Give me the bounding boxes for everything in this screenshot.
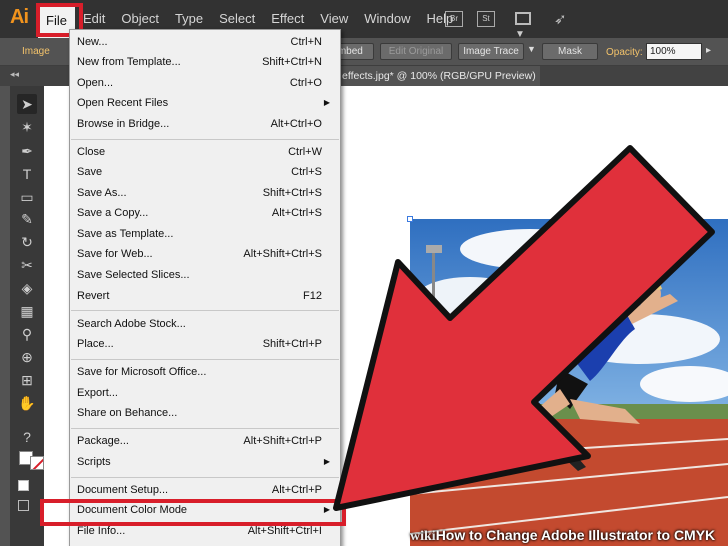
shape-builder-tool-icon[interactable]: ◈ — [17, 278, 37, 298]
menu-item-save-for-web[interactable]: Save for Web... Alt+Shift+Ctrl+S — [70, 245, 340, 265]
artboard-tool-icon[interactable]: ⊞ — [17, 370, 37, 390]
menu-item-scripts[interactable]: Scripts ▶ — [70, 453, 340, 473]
symbol-sprayer-tool-icon[interactable]: ⊕ — [17, 347, 37, 367]
arrange-documents-button[interactable]: ▼ — [515, 11, 543, 40]
color-mode-button[interactable] — [18, 480, 29, 491]
menu-item-open-recent[interactable]: Open Recent Files ▶ — [70, 94, 340, 114]
menu-item-package[interactable]: Package... Alt+Shift+Ctrl+P — [70, 432, 340, 452]
mask-button[interactable]: Mask — [542, 43, 598, 60]
stroke-swatch[interactable] — [30, 456, 44, 470]
rectangle-tool-icon[interactable]: ▭ — [17, 187, 37, 207]
tools-panel: ➤ ✶ ✒ T ▭ ✎ ↻ ✂ ◈ ▦ ⚲ ⊕ ⊞ ✋ ? — [10, 86, 44, 546]
menu-item-save[interactable]: Save Ctrl+S — [70, 163, 340, 183]
type-tool-icon[interactable]: T — [17, 164, 37, 184]
collapse-panel-icon[interactable]: ◂◂ — [10, 69, 19, 80]
opacity-dropdown-icon[interactable]: ▸ — [706, 45, 711, 56]
bounding-box-anchor[interactable] — [407, 216, 413, 222]
hand-tool-icon[interactable]: ✋ — [17, 393, 37, 413]
edit-original-button[interactable]: Edit Original — [380, 43, 452, 60]
menu-separator — [71, 428, 339, 429]
menu-item-open[interactable]: Open... Ctrl+O — [70, 74, 340, 94]
wikihow-watermark: wikiHow to Change Adobe Illustrator to C… — [410, 527, 715, 546]
eyedropper-tool-icon[interactable]: ⚲ — [17, 324, 37, 344]
menu-item-save-as[interactable]: Save As... Shift+Ctrl+S — [70, 184, 340, 204]
menu-item-share-on-behance[interactable]: Share on Behance... — [70, 404, 340, 424]
watermark-title: How to Change Adobe Illustrator to CMYK — [435, 527, 716, 543]
menu-item-new-from-template[interactable]: New from Template... Shift+Ctrl+N — [70, 53, 340, 73]
submenu-arrow-icon: ▶ — [323, 98, 330, 107]
help-icon[interactable]: ? — [17, 427, 37, 447]
menu-separator — [71, 359, 339, 360]
placed-image-sprinter[interactable] — [410, 219, 728, 546]
bridge-button[interactable]: Br — [445, 11, 463, 27]
opacity-label: Opacity: — [606, 47, 643, 58]
menu-item-close[interactable]: Close Ctrl+W — [70, 143, 340, 163]
menu-item-save-as-template[interactable]: Save as Template... — [70, 225, 340, 245]
width-tool-icon[interactable]: ✂ — [17, 255, 37, 275]
submenu-arrow-icon: ▶ — [323, 457, 330, 466]
menu-window[interactable]: Window — [356, 0, 418, 38]
menu-item-save-a-copy[interactable]: Save a Copy... Alt+Ctrl+S — [70, 204, 340, 224]
menu-separator — [71, 477, 339, 478]
screen-mode-button[interactable] — [18, 500, 29, 511]
paintbrush-tool-icon[interactable]: ✎ — [17, 209, 37, 229]
menu-item-document-setup[interactable]: Document Setup... Alt+Ctrl+P — [70, 481, 340, 501]
menu-item-save-selected-slices[interactable]: Save Selected Slices... — [70, 266, 340, 286]
opacity-input[interactable]: 100% — [646, 43, 702, 60]
rotate-tool-icon[interactable]: ↻ — [17, 232, 37, 252]
menu-item-place[interactable]: Place... Shift+Ctrl+P — [70, 335, 340, 355]
file-dropdown-menu: New... Ctrl+N New from Template... Shift+C… — [69, 29, 341, 546]
image-trace-dropdown-icon[interactable]: ▼ — [527, 44, 536, 54]
menu-item-revert[interactable]: Revert F12 — [70, 287, 340, 307]
layout-grid-icon — [515, 11, 531, 25]
menu-item-save-for-microsoft-office[interactable]: Save for Microsoft Office... — [70, 363, 340, 383]
illustrator-logo: Ai — [10, 6, 29, 28]
image-trace-button[interactable]: Image Trace — [458, 43, 524, 60]
menu-item-new[interactable]: New... Ctrl+N — [70, 33, 340, 53]
mesh-tool-icon[interactable]: ▦ — [17, 301, 37, 321]
stock-button[interactable]: St — [477, 11, 495, 27]
magic-wand-tool-icon[interactable]: ✶ — [17, 117, 37, 137]
gpu-performance-icon[interactable]: ➶ — [554, 10, 567, 28]
pen-tool-icon[interactable]: ✒ — [17, 141, 37, 161]
menu-item-browse-in-bridge[interactable]: Browse in Bridge... Alt+Ctrl+O — [70, 115, 340, 135]
menu-separator — [71, 310, 339, 311]
menu-item-export[interactable]: Export... — [70, 384, 340, 404]
image-label: Image — [22, 46, 50, 57]
bounding-box-anchor[interactable] — [636, 216, 642, 222]
wikihow-logo: wiki — [410, 529, 436, 544]
menu-item-search-adobe-stock[interactable]: Search Adobe Stock... — [70, 315, 340, 335]
document-color-mode-highlight — [40, 499, 346, 526]
selection-tool-icon[interactable]: ➤ — [17, 94, 37, 114]
menu-separator — [71, 139, 339, 140]
